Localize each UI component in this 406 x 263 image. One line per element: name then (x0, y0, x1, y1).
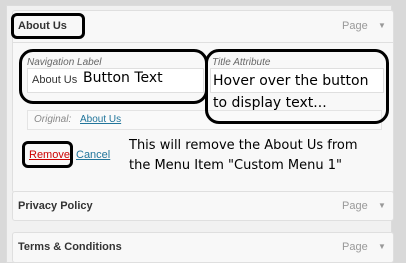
expand-arrow-icon[interactable]: ▼ (378, 21, 386, 30)
menu-item-title: Privacy Policy (18, 200, 93, 212)
remove-callout (22, 141, 73, 168)
cancel-link[interactable]: Cancel (76, 149, 110, 161)
hover-annotation-line2: to display text... (213, 95, 327, 111)
button-text-annotation: Button Text (83, 70, 163, 86)
remove-annotation-line1: This will remove the About Us from (129, 138, 358, 153)
menu-item-type: Page (342, 241, 368, 253)
remove-annotation-line2: the Menu Item "Custom Menu 1" (129, 158, 343, 173)
menu-item-type: Page (342, 200, 368, 212)
divider (12, 42, 394, 43)
menu-item-title: Terms & Conditions (18, 241, 122, 253)
expand-arrow-icon[interactable]: ▼ (378, 201, 386, 210)
original-link[interactable]: About Us (80, 114, 121, 125)
original-label: Original: (34, 114, 72, 125)
hover-annotation-line1: Hover over the button (213, 73, 369, 89)
about-us-title-callout (11, 13, 85, 39)
expand-arrow-icon[interactable]: ▼ (378, 242, 386, 251)
menu-item-type: Page (342, 20, 368, 32)
